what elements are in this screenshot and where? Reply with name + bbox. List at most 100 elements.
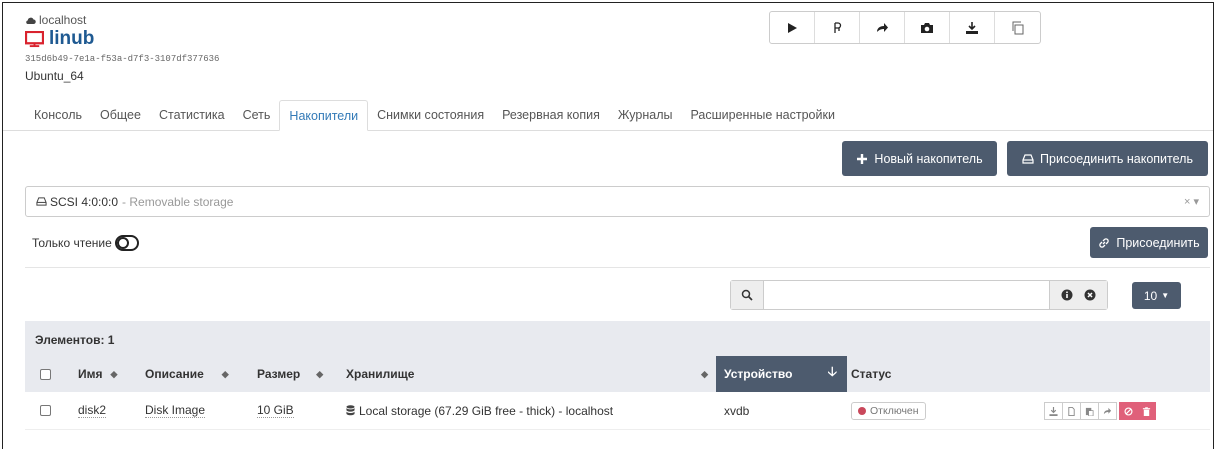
sort-icon: ◆ [221,368,229,379]
redo-icon [877,22,888,32]
col-device-label: Устройство [724,367,793,381]
table-header: Имя ◆ Описание ◆ Размер ◆ Хранилище ◆ Ус… [25,356,1210,392]
row-checkbox[interactable] [40,405,51,416]
toggle-knob [116,237,129,249]
pause-icon [834,21,842,33]
disk-device: xvdb [724,403,750,418]
start-button[interactable] [770,12,815,43]
tab-network[interactable]: Сеть [234,100,280,131]
select-clear-toggle[interactable]: × ▾ [1184,195,1199,208]
host-link[interactable]: localhost [25,13,219,27]
tab-console[interactable]: Консоль [25,100,91,131]
divider [25,267,1210,268]
vm-name: linub [49,28,95,49]
migrate-button[interactable] [1098,402,1117,420]
search-input[interactable] [764,281,1049,309]
redo-icon [1103,407,1112,414]
col-device[interactable]: Устройство 🡣 [716,356,847,392]
tab-stats[interactable]: Статистика [150,100,234,131]
attach-disk-label: Присоединить накопитель [1040,151,1193,166]
vm-os: Ubuntu_64 [25,69,84,83]
status-label: Отключен [870,404,919,417]
tab-backup[interactable]: Резервная копия [493,100,609,131]
col-description-label: Описание [145,367,204,381]
disk-size[interactable]: 10 GiB [257,403,294,418]
vm-uuid: 315d6b49-7e1a-f53a-d7f3-3107df377636 [25,54,220,64]
col-status[interactable]: Статус [851,367,891,381]
download-icon [1049,406,1058,416]
disk-storage[interactable]: Local storage (67.29 GiB free - thick) -… [359,404,613,418]
readonly-row: Только чтение [32,235,139,251]
col-status-label: Статус [851,367,892,381]
clear-icon[interactable] [1084,289,1096,301]
disconnect-button[interactable] [1119,402,1138,420]
tab-disks[interactable]: Накопители [279,100,369,131]
col-name[interactable]: Имя ◆ [78,367,117,381]
table-row: disk2 Disk Image 10 GiB Local storage (6… [25,392,1210,430]
page-size-select[interactable]: 10 ▼ [1132,282,1181,309]
attach-label: Присоединить [1116,235,1200,250]
disk-description[interactable]: Disk Image [145,403,206,418]
disks-table: Элементов: 1 Имя ◆ Описание ◆ Размер ◆ Х… [25,321,1210,430]
caret-down-icon: ▼ [1161,291,1170,300]
select-all-checkbox[interactable] [40,368,51,380]
col-size[interactable]: Размер ◆ [257,367,323,381]
sort-icon: ◆ [110,368,118,379]
search-addon [731,281,764,309]
copy-button[interactable] [995,12,1040,43]
attach-disk-button[interactable]: Присоединить накопитель [1007,141,1208,176]
status-dot [858,406,866,415]
ban-icon [1124,406,1133,416]
arrow-down-icon: 🡣 [827,364,837,379]
disk-name[interactable]: disk2 [78,403,107,418]
vm-header: localhost linub 315d6b49-7e1a-f53a-d7f3-… [25,13,219,83]
sort-icon: ◆ [316,368,324,379]
col-size-label: Размер [257,367,301,381]
col-storage-label: Хранилище [346,367,415,381]
tab-snapshots[interactable]: Снимки состояния [368,100,493,131]
paste-icon [1085,407,1094,416]
row-actions [1044,402,1156,420]
new-disk-button[interactable]: Новый накопитель [842,141,997,176]
link-icon [1099,237,1110,248]
download-button[interactable] [1044,402,1063,420]
tab-bar: Консоль Общее Статистика Сеть Накопители… [3,100,1213,131]
migrate-button[interactable] [860,12,905,43]
download-icon [966,21,978,34]
trash-icon [1142,406,1151,416]
vm-title: linub [25,28,219,50]
host-label: localhost [39,13,87,27]
cloud-icon [26,17,36,24]
file-button[interactable] [1062,402,1081,420]
hdd-icon [36,197,47,206]
storage-select[interactable]: SCSI 4:0:0:0 - Removable storage × ▾ [25,186,1210,217]
col-description[interactable]: Описание ◆ [145,367,229,381]
new-disk-label: Новый накопитель [874,151,983,166]
paste-button[interactable] [1080,402,1099,420]
tab-logs[interactable]: Журналы [609,100,682,131]
storage-select-hint: - Removable storage [122,194,234,209]
pause-button[interactable] [815,12,860,43]
file-icon [1068,406,1075,416]
attach-button[interactable]: Присоединить [1090,227,1208,258]
readonly-label: Только чтение [32,236,112,250]
delete-button[interactable] [1137,402,1156,420]
vm-toolbar [769,11,1041,44]
storage-select-value: SCSI 4:0:0:0 [50,194,119,209]
col-storage[interactable]: Хранилище ◆ [346,367,708,381]
page-size-value: 10 [1143,288,1158,303]
info-icon[interactable] [1061,289,1073,301]
col-name-label: Имя [78,367,103,381]
snapshot-button[interactable] [905,12,950,43]
items-count: Элементов: 1 [25,321,1210,356]
tab-general[interactable]: Общее [91,100,150,131]
readonly-toggle[interactable] [114,235,139,251]
hdd-icon [1022,153,1034,164]
export-button[interactable] [950,12,995,43]
app-frame: localhost linub 315d6b49-7e1a-f53a-d7f3-… [2,2,1214,449]
database-icon [346,405,355,416]
tab-advanced[interactable]: Расширенные настройки [682,100,844,131]
sort-icon: ◆ [701,368,708,379]
status-badge: Отключен [851,401,926,420]
monitor-icon [25,30,44,47]
